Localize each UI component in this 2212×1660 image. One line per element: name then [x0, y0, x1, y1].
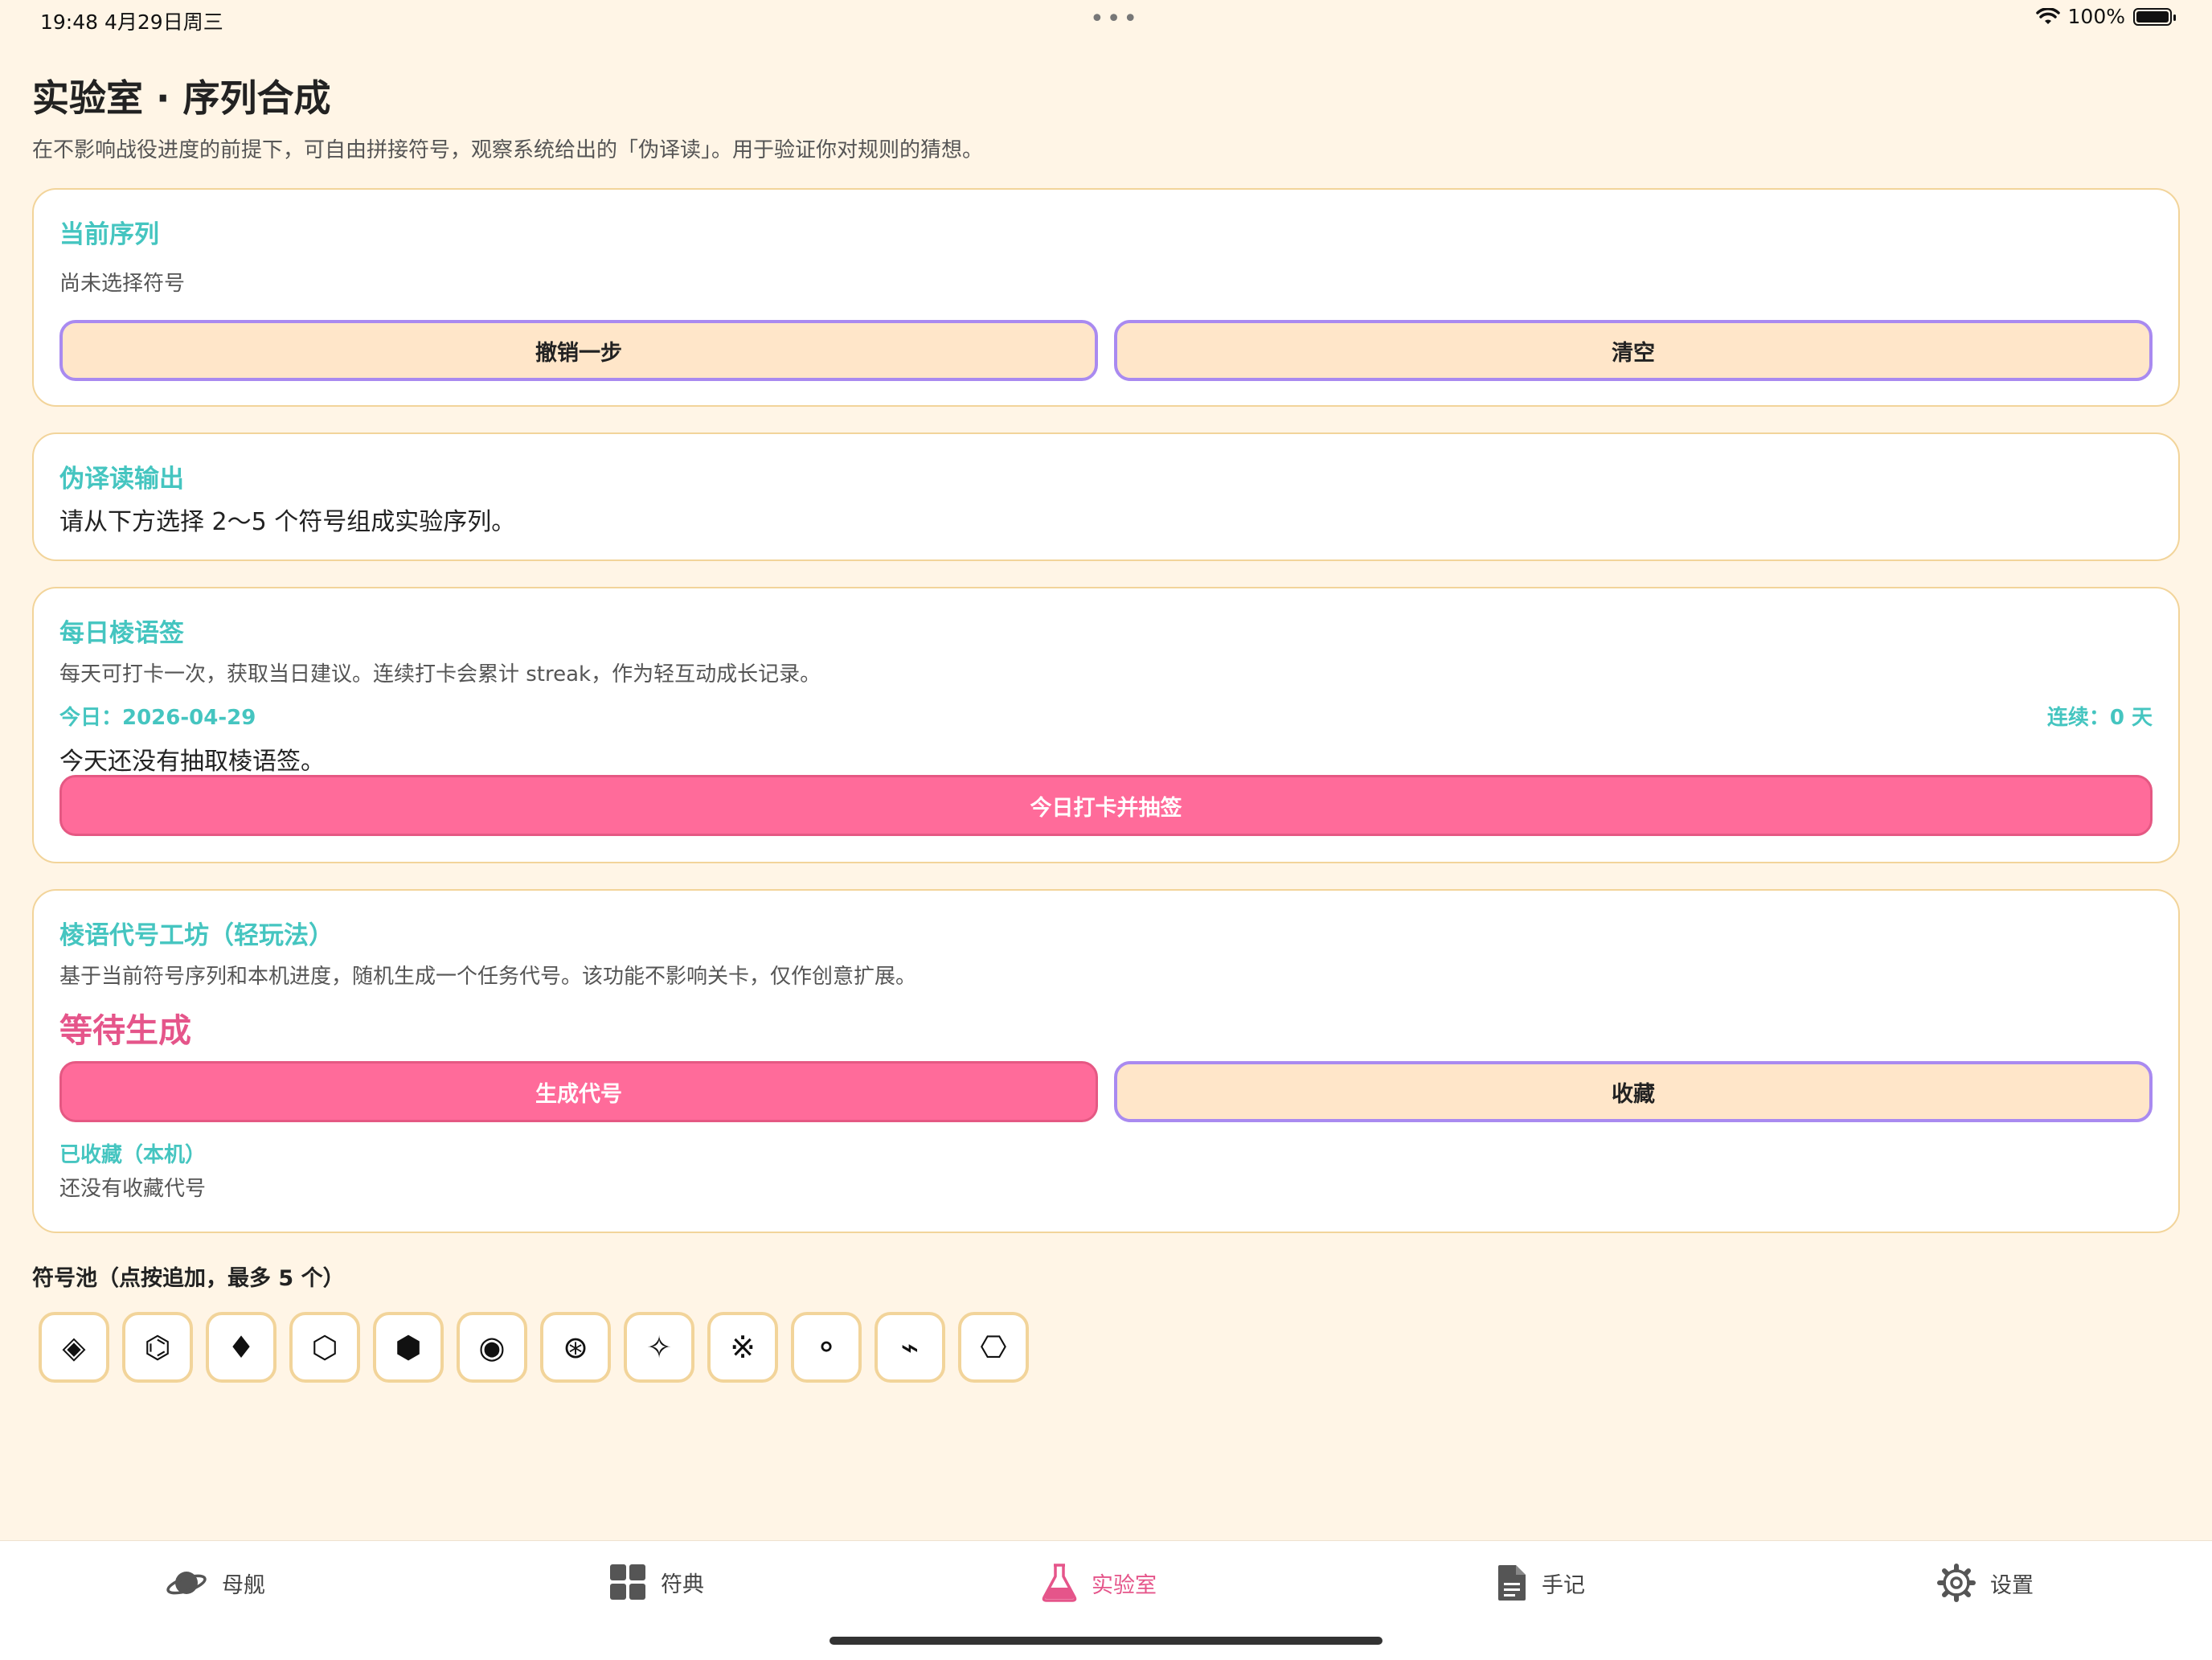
symbol-button[interactable]: ◈ — [39, 1312, 109, 1383]
symbol-pool-title: 符号池（点按追加，最多 5 个） — [32, 1266, 345, 1291]
symbol-button[interactable]: ⎔ — [958, 1312, 1029, 1383]
symbol-button[interactable]: ⊛ — [540, 1312, 611, 1383]
status-bar: 19:48 4月29日周三 ••• 100% — [0, 0, 2212, 39]
undo-button[interactable]: 撤销一步 — [59, 320, 1098, 381]
battery-percent: 100% — [2067, 5, 2125, 28]
workshop-title: 棱语代号工坊（轻玩法） — [59, 921, 334, 950]
symbol-button[interactable]: ⬡ — [289, 1312, 360, 1383]
page-title: 实验室 · 序列合成 — [32, 76, 331, 120]
daily-checkin-button[interactable]: 今日打卡并抽签 — [59, 775, 2153, 836]
workshop-description: 基于当前符号序列和本机进度，随机生成一个任务代号。该功能不影响关卡，仅作创意扩展… — [59, 965, 917, 989]
symbol-button[interactable]: ※ — [707, 1312, 778, 1383]
daily-today-date: 今日：2026-04-29 — [59, 706, 256, 730]
pseudo-output-title: 伪译读输出 — [59, 465, 184, 494]
save-code-button[interactable]: 收藏 — [1114, 1061, 2153, 1122]
sequence-card: 当前序列 尚未选择符号 撤销一步 清空 — [32, 188, 2180, 407]
symbol-button[interactable]: ◉ — [457, 1312, 527, 1383]
status-right: 100% — [2035, 5, 2176, 28]
generated-code: 等待生成 — [59, 1011, 191, 1050]
generate-code-button[interactable]: 生成代号 — [59, 1061, 1098, 1122]
tab-notes[interactable]: 手记 — [1497, 1564, 1585, 1602]
symbol-button[interactable]: ⬢ — [373, 1312, 444, 1383]
tab-label: 手记 — [1542, 1572, 1585, 1598]
daily-streak: 连续：0 天 — [2046, 706, 2153, 730]
saved-codes-title: 已收藏（本机） — [59, 1143, 207, 1167]
flask-icon — [1042, 1564, 1077, 1602]
status-time: 19:48 4月29日周三 — [40, 10, 223, 34]
grid-icon — [610, 1564, 645, 1600]
symbol-button[interactable]: ⚬ — [791, 1312, 862, 1383]
tab-mothership[interactable]: 母舰 — [166, 1564, 265, 1602]
gear-icon — [1937, 1564, 1976, 1602]
battery-icon — [2133, 7, 2176, 26]
symbol-button[interactable]: ✧ — [624, 1312, 694, 1383]
tab-lab[interactable]: 实验室 — [1042, 1564, 1157, 1602]
planet-icon — [166, 1572, 207, 1595]
home-indicator[interactable] — [830, 1637, 1382, 1645]
page-subtitle: 在不影响战役进度的前提下，可自由拼接符号，观察系统给出的「伪译读」。用于验证你对… — [32, 138, 984, 162]
tab-codex[interactable]: 符典 — [609, 1564, 704, 1601]
multitask-dots-icon[interactable]: ••• — [1090, 7, 1140, 31]
symbol-pool: ◈ ⌬ ♦ ⬡ ⬢ ◉ ⊛ ✧ ※ ⚬ ⌁ ⎔ — [39, 1312, 1029, 1383]
daily-description: 每天可打卡一次，获取当日建议。连续打卡会累计 streak，作为轻互动成长记录。 — [59, 662, 821, 687]
tab-label: 设置 — [1990, 1572, 2034, 1598]
clear-button[interactable]: 清空 — [1114, 320, 2153, 381]
tab-label: 符典 — [661, 1572, 704, 1597]
symbol-button[interactable]: ⌁ — [875, 1312, 945, 1383]
symbol-button[interactable]: ♦ — [206, 1312, 276, 1383]
sequence-empty-text: 尚未选择符号 — [59, 272, 186, 296]
pseudo-output-text: 请从下方选择 2～5 个符号组成实验序列。 — [59, 508, 516, 536]
daily-status: 今天还没有抽取棱语签。 — [59, 748, 325, 776]
saved-codes-empty: 还没有收藏代号 — [59, 1177, 207, 1201]
daily-card: 每日棱语签 每天可打卡一次，获取当日建议。连续打卡会累计 streak，作为轻互… — [32, 587, 2180, 863]
tab-label: 实验室 — [1092, 1572, 1157, 1598]
pseudo-output-card: 伪译读输出 请从下方选择 2～5 个符号组成实验序列。 — [32, 432, 2180, 561]
sequence-title: 当前序列 — [59, 220, 159, 249]
tab-label: 母舰 — [222, 1572, 265, 1598]
document-icon — [1498, 1565, 1526, 1601]
tab-settings[interactable]: 设置 — [1937, 1564, 2034, 1602]
symbol-button[interactable]: ⌬ — [122, 1312, 193, 1383]
wifi-icon — [2035, 7, 2060, 24]
workshop-card: 棱语代号工坊（轻玩法） 基于当前符号序列和本机进度，随机生成一个任务代号。该功能… — [32, 889, 2180, 1233]
daily-title: 每日棱语签 — [59, 619, 184, 648]
